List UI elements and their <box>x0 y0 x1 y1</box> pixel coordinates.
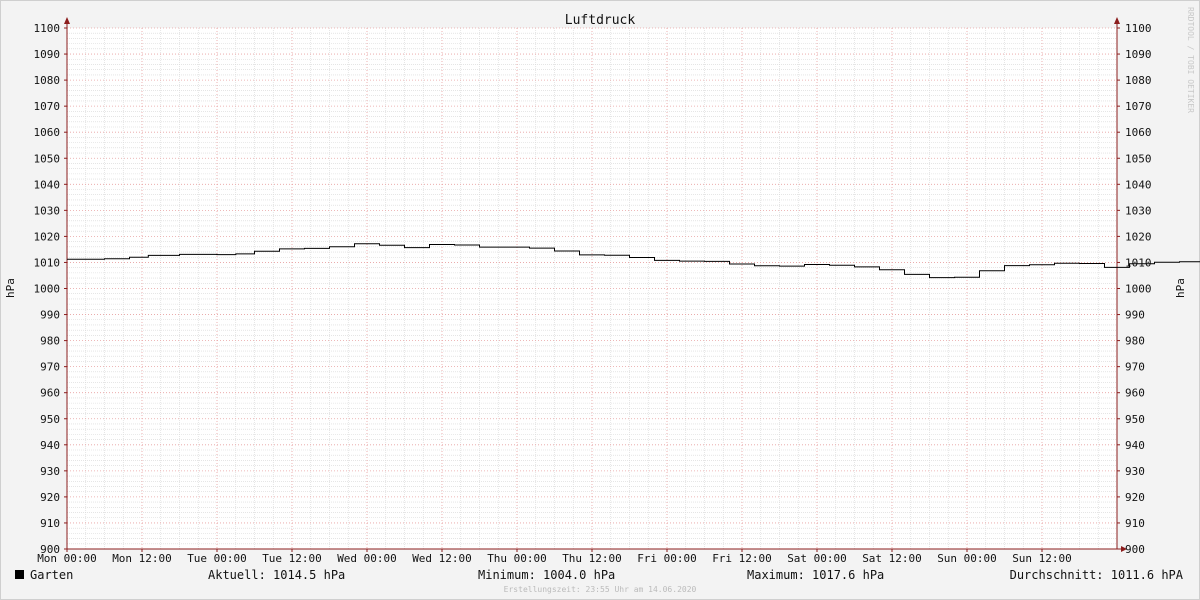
y-tick-label: 940 <box>1125 439 1145 452</box>
y-tick-label: 980 <box>1125 335 1145 348</box>
creation-time: Erstellungszeit: 23:55 Uhr am 14.06.2020 <box>504 585 697 594</box>
legend-maximum: Maximum: 1017.6 hPa <box>747 568 884 582</box>
x-tick-label: Fri 12:00 <box>712 552 772 565</box>
chart-title: Luftdruck <box>565 13 636 28</box>
x-tick-label: Thu 12:00 <box>562 552 622 565</box>
x-tick-label: Fri 00:00 <box>637 552 697 565</box>
legend-average: Durchschnitt: 1011.6 hPA <box>1010 568 1184 582</box>
y-tick-label: 960 <box>1125 387 1145 400</box>
legend-series-name: Garten <box>30 568 73 582</box>
x-tick-label: Mon 00:00 <box>37 552 97 565</box>
y-tick-label: 970 <box>1125 361 1145 374</box>
y-tick-label: 1080 <box>1125 74 1152 87</box>
y-tick-label: 920 <box>40 491 60 504</box>
y-tick-label: 940 <box>40 439 60 452</box>
y-axis-label-right: hPa <box>1174 278 1187 298</box>
y-tick-label: 990 <box>40 309 60 322</box>
y-tick-label: 1090 <box>34 48 61 61</box>
y-axis-label-left: hPa <box>4 278 17 298</box>
y-tick-label: 950 <box>1125 413 1145 426</box>
rrdtool-credit: RRDTOOL / TOBI OETIKER <box>1186 7 1195 113</box>
y-tick-label: 1060 <box>1125 126 1152 139</box>
x-tick-label: Thu 00:00 <box>487 552 547 565</box>
y-tick-label: 930 <box>1125 465 1145 478</box>
y-tick-label: 960 <box>40 387 60 400</box>
legend-current: Aktuell: 1014.5 hPa <box>208 568 345 582</box>
y-tick-label: 1100 <box>1125 22 1152 35</box>
y-tick-label: 1070 <box>1125 100 1152 113</box>
y-tick-labels-right: 9009109209309409509609709809901000101010… <box>1125 22 1152 556</box>
y-tick-label: 1040 <box>1125 178 1152 191</box>
x-tick-label: Tue 12:00 <box>262 552 322 565</box>
y-tick-label: 930 <box>40 465 60 478</box>
y-tick-label: 1030 <box>34 204 61 217</box>
x-tick-labels: Mon 00:00 Mon 12:00 Tue 00:00 Tue 12:00 Wed … <box>37 552 1072 565</box>
y-tick-labels-left: 9009109209309409509609709809901000101010… <box>34 22 61 556</box>
y-tick-label: 1090 <box>1125 48 1152 61</box>
x-tick-label: Wed 00:00 <box>337 552 397 565</box>
y-tick-label: 1000 <box>1125 283 1152 296</box>
y-tick-label: 1000 <box>34 283 61 296</box>
y-tick-label: 1100 <box>34 22 61 35</box>
y-tick-label: 980 <box>40 335 60 348</box>
y-tick-label: 1050 <box>1125 152 1152 165</box>
y-tick-label: 910 <box>1125 517 1145 530</box>
x-tick-label: Sun 12:00 <box>1012 552 1072 565</box>
legend-swatch-garten <box>15 570 24 579</box>
y-tick-label: 1010 <box>34 256 61 269</box>
y-tick-label: 990 <box>1125 309 1145 322</box>
y-tick-label: 900 <box>1125 543 1145 556</box>
legend-minimum: Minimum: 1004.0 hPa <box>478 568 615 582</box>
y-tick-label: 1070 <box>34 100 61 113</box>
y-tick-label: 1050 <box>34 152 61 165</box>
y-tick-label: 970 <box>40 361 60 374</box>
x-tick-label: Sat 00:00 <box>787 552 847 565</box>
x-tick-label: Sun 00:00 <box>937 552 997 565</box>
y-axis-arrow-right <box>1114 17 1120 24</box>
x-tick-label: Sat 12:00 <box>862 552 922 565</box>
x-tick-label: Tue 00:00 <box>187 552 247 565</box>
y-tick-label: 920 <box>1125 491 1145 504</box>
y-tick-label: 1040 <box>34 178 61 191</box>
y-tick-label: 1080 <box>34 74 61 87</box>
y-tick-label: 1020 <box>1125 230 1152 243</box>
y-tick-label: 1030 <box>1125 204 1152 217</box>
pressure-chart: 900 910 920 930 940 950 960 970 980 990 1000 1010 10… <box>4 7 1200 594</box>
x-tick-label: Mon 12:00 <box>112 552 172 565</box>
y-tick-label: 1060 <box>34 126 61 139</box>
y-tick-label: 910 <box>40 517 60 530</box>
y-tick-label: 1020 <box>34 230 61 243</box>
x-tick-label: Wed 12:00 <box>412 552 472 565</box>
y-axis-arrow-left <box>64 17 70 24</box>
y-tick-label: 950 <box>40 413 60 426</box>
